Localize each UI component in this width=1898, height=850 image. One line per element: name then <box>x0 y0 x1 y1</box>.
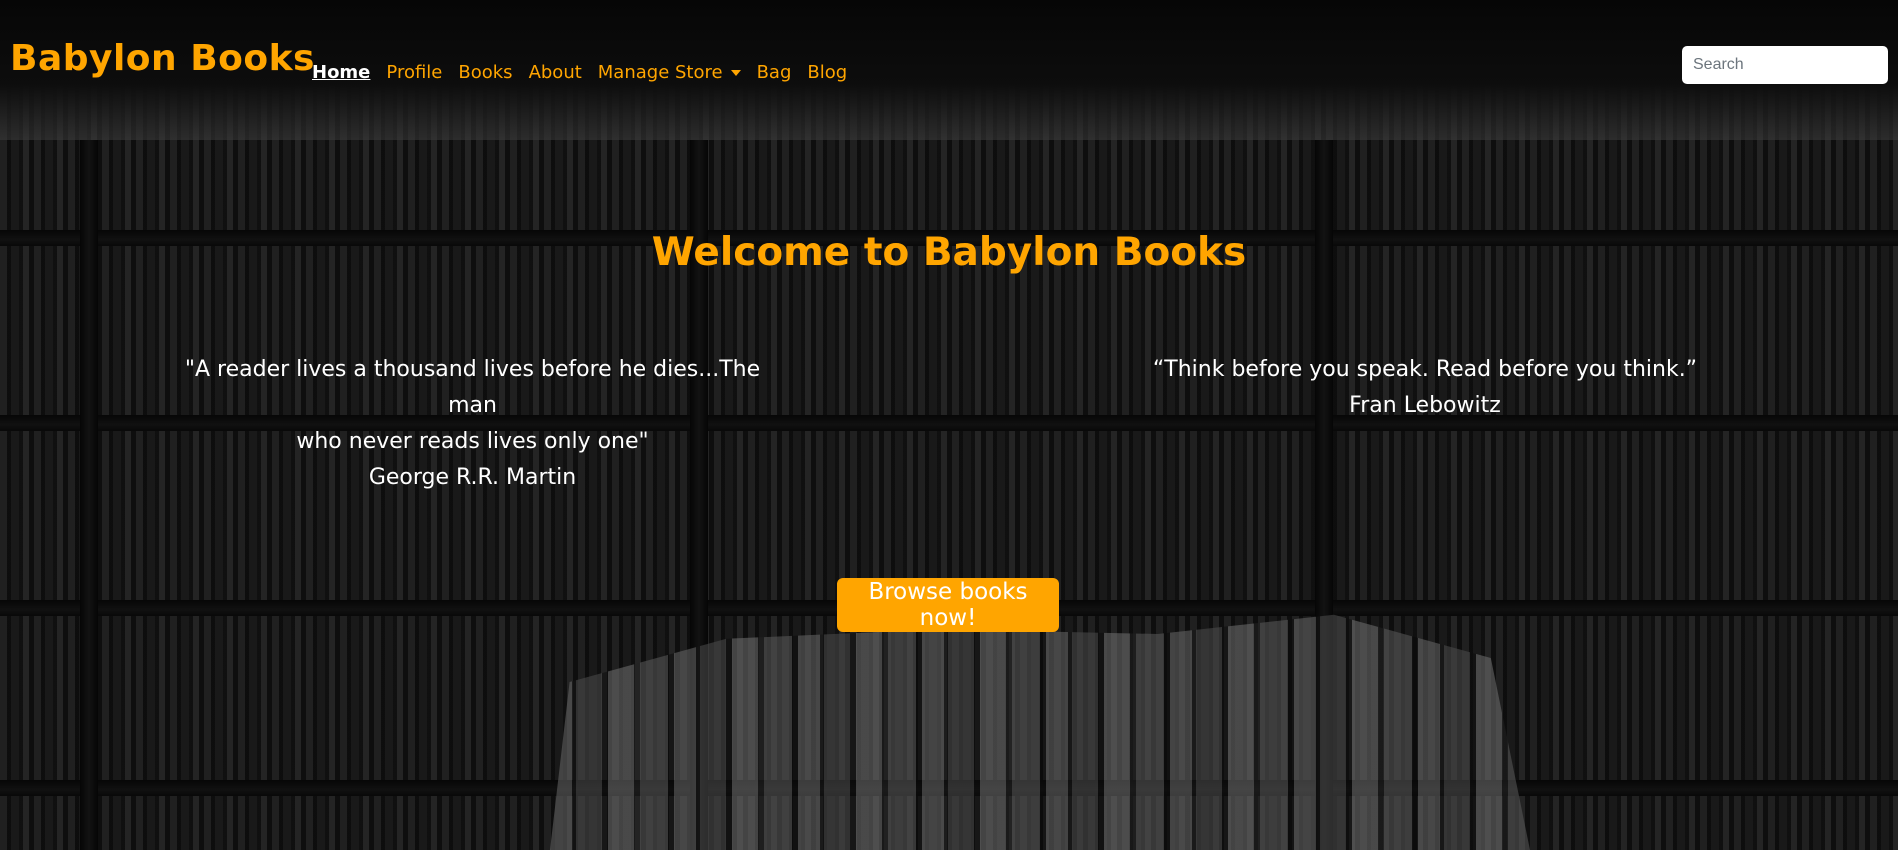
brand-logo[interactable]: Babylon Books <box>10 38 315 79</box>
browse-books-button[interactable]: Browse books now! <box>837 578 1059 632</box>
quote-text-line: who never reads lives only one" <box>296 429 649 454</box>
nav-item-home[interactable]: Home <box>312 62 370 83</box>
nav-item-bag[interactable]: Bag <box>757 62 792 83</box>
nav-menu: Home Profile Books About Manage Store Ba… <box>312 62 847 83</box>
navbar: Babylon Books Home Profile Books About M… <box>0 0 1898 140</box>
nav-item-blog[interactable]: Blog <box>807 62 847 83</box>
nav-item-profile[interactable]: Profile <box>386 62 442 83</box>
quote-text-line: "A reader lives a thousand lives before … <box>184 357 761 418</box>
page-title: Welcome to Babylon Books <box>651 230 1247 275</box>
nav-item-manage-store-label: Manage Store <box>597 62 723 83</box>
nav-item-about[interactable]: About <box>529 62 582 83</box>
caret-down-icon <box>730 69 741 76</box>
quote-martin: "A reader lives a thousand lives before … <box>160 352 785 496</box>
search-input[interactable] <box>1682 46 1888 84</box>
nav-item-manage-store[interactable]: Manage Store <box>598 62 741 83</box>
quote-text-line: “Think before you speak. Read before you… <box>1152 357 1698 382</box>
quote-lebowitz: “Think before you speak. Read before you… <box>1105 352 1745 424</box>
nav-item-books[interactable]: Books <box>458 62 512 83</box>
quote-author: Fran Lebowitz <box>1349 393 1501 418</box>
quote-author: George R.R. Martin <box>368 465 577 490</box>
